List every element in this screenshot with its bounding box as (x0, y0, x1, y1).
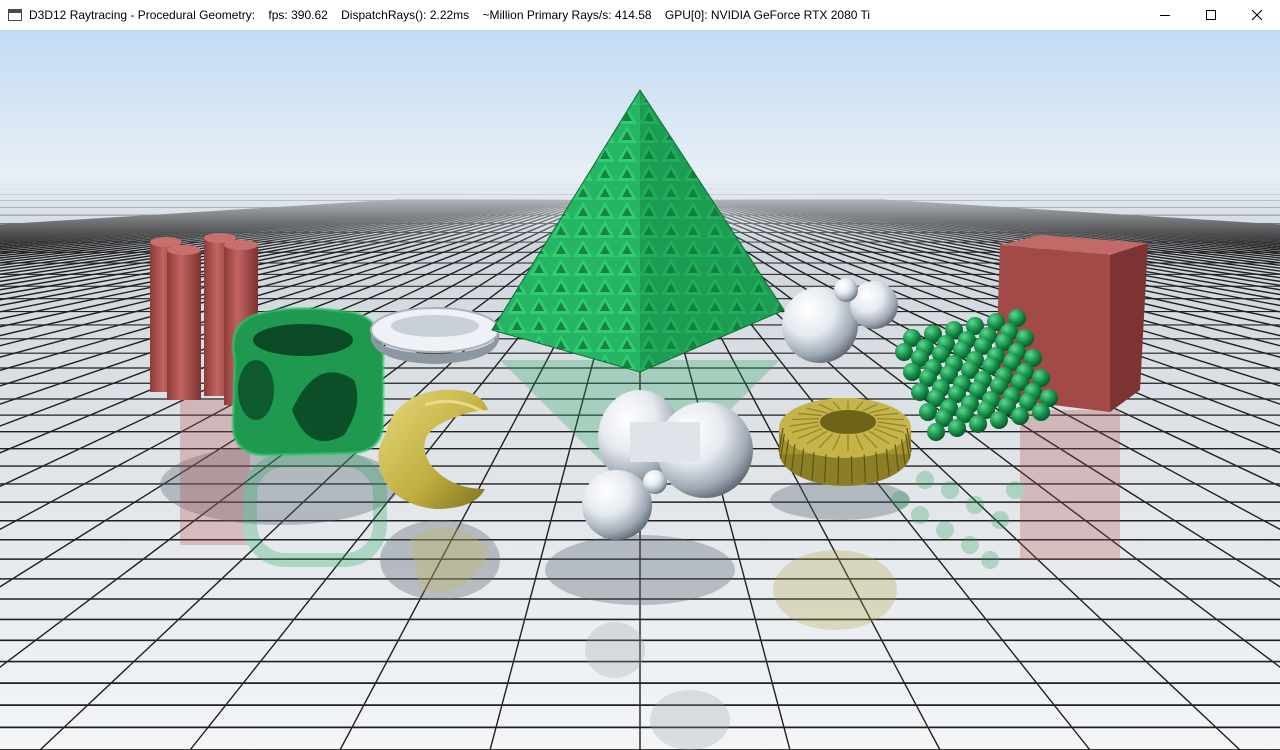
green-sphere (969, 415, 987, 433)
window-controls (1142, 0, 1280, 30)
green-sphere (903, 363, 921, 381)
green-sphere (911, 383, 929, 401)
window-title: D3D12 Raytracing - Procedural Geometry: … (29, 8, 871, 22)
app-window: D3D12 Raytracing - Procedural Geometry: … (0, 0, 1280, 750)
close-icon (1251, 9, 1263, 21)
chrome-torus (370, 307, 500, 364)
green-sphere (927, 423, 945, 441)
scene-render (0, 30, 1280, 750)
green-sphere (919, 403, 937, 421)
maximize-button[interactable] (1188, 0, 1234, 30)
maximize-icon (1206, 10, 1216, 20)
green-sphere (948, 419, 966, 437)
minimize-icon (1160, 15, 1170, 16)
app-window-icon[interactable] (8, 9, 22, 21)
gold-gear (778, 398, 912, 486)
green-sphere (895, 343, 913, 361)
title-bar[interactable]: D3D12 Raytracing - Procedural Geometry: … (0, 0, 1280, 30)
minimize-button[interactable] (1142, 0, 1188, 30)
green-cage-cube (231, 306, 385, 457)
green-sphere (1032, 403, 1050, 421)
raytracing-viewport[interactable] (0, 30, 1280, 750)
green-sphere (990, 411, 1008, 429)
close-button[interactable] (1234, 0, 1280, 30)
green-sphere (1011, 407, 1029, 425)
